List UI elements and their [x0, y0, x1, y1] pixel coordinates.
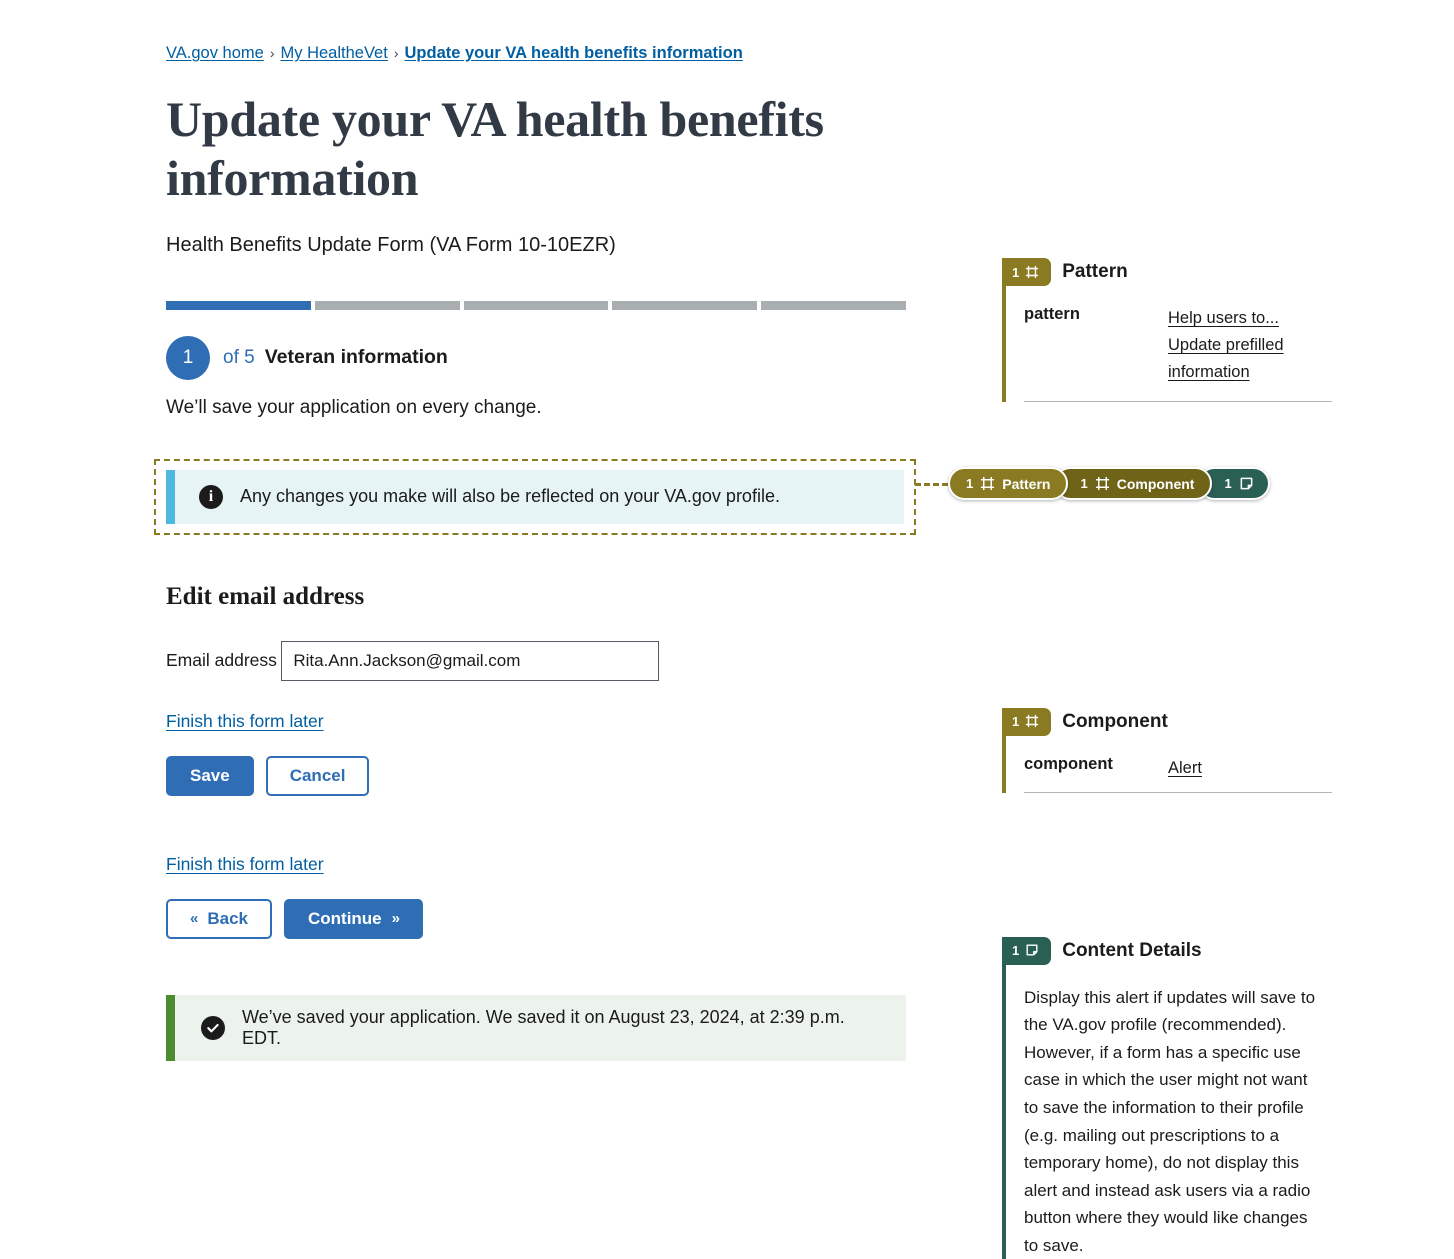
pattern-annotation-card: 1 Pattern pattern Help users to... Updat… [1002, 258, 1342, 402]
pattern-card-header: 1 Pattern [1002, 258, 1342, 286]
step-of-label: of 5 [223, 346, 255, 368]
frame-icon [1025, 714, 1040, 729]
pattern-card-value: Help users to... Update prefilled inform… [1168, 305, 1298, 387]
finish-form-later-link-bottom[interactable]: Finish this form later [166, 854, 324, 875]
check-icon [201, 1015, 225, 1040]
step-note: We’ll save your application on every cha… [166, 396, 542, 418]
component-card-value: Alert [1168, 755, 1202, 782]
continue-button-label: Continue [307, 908, 382, 928]
success-alert-text: We’ve saved your application. We saved i… [242, 1006, 845, 1048]
component-card-title: Component [1062, 710, 1168, 732]
annotation-pill-pattern[interactable]: 1 Pattern [948, 467, 1069, 500]
chevron-left-icon: « [190, 910, 198, 928]
annotation-pill-count: 1 [1224, 476, 1232, 491]
pattern-card-badge-count: 1 [1012, 264, 1020, 280]
frame-icon [1095, 476, 1110, 491]
progress-segment-3 [463, 300, 609, 310]
finish-form-later-link-top[interactable]: Finish this form later [166, 711, 324, 732]
continue-button[interactable]: Continue » [283, 898, 423, 939]
cancel-button[interactable]: Cancel [265, 755, 370, 796]
annotation-pill-label: Pattern [1002, 475, 1051, 492]
annotation-pill-label: Component [1116, 475, 1195, 492]
info-alert: i Any changes you make will also be refl… [166, 469, 904, 524]
main-content-column: VA.gov home › My HealtheVet › Update your VA… [154, 44, 916, 1061]
frame-icon [1025, 265, 1040, 280]
content-details-card-badge[interactable]: 1 [1002, 936, 1052, 965]
content-details-card-header: 1 Content Details [1002, 936, 1342, 965]
annotation-pill-group: 1 Pattern 1 Component 1 [948, 467, 1270, 500]
save-button[interactable]: Save [166, 755, 254, 796]
component-card-row: component Alert [1024, 755, 1342, 782]
pattern-card-key: pattern [1024, 305, 1080, 323]
edit-email-heading: Edit email address [166, 582, 365, 610]
chevron-right-icon: » [391, 910, 400, 928]
component-card-badge[interactable]: 1 [1002, 707, 1052, 736]
content-details-annotation-card: 1 Content Details Display this alert if … [1002, 936, 1342, 1259]
breadcrumb-separator: › [269, 45, 275, 61]
annotation-pill-count: 1 [1080, 476, 1088, 491]
step-heading: 1 of 5 Veteran information [166, 335, 906, 380]
component-card-badge-count: 1 [1012, 714, 1020, 730]
component-link[interactable]: Alert [1168, 755, 1202, 782]
note-icon [1239, 476, 1254, 491]
component-annotation-card: 1 Component component Alert [1002, 707, 1342, 793]
pattern-card-badge[interactable]: 1 [1002, 258, 1052, 286]
step-number-circle: 1 [166, 335, 210, 380]
pattern-card-divider [1024, 400, 1332, 402]
pattern-link[interactable]: Help users to... Update prefilled inform… [1168, 305, 1298, 387]
email-input[interactable] [281, 640, 660, 681]
form-progress-bar [166, 300, 906, 310]
frame-icon [980, 476, 995, 491]
component-card-key: component [1024, 754, 1113, 773]
save-cancel-button-row: Save Cancel [166, 755, 906, 796]
back-continue-button-row: « Back Continue » [166, 898, 906, 939]
breadcrumb-separator: › [393, 45, 399, 61]
content-details-text: Display this alert if updates will save … [1024, 987, 1316, 1255]
info-icon: i [199, 484, 223, 509]
component-card-header: 1 Component [1002, 707, 1342, 736]
page-root: VA.gov home › My HealtheVet › Update your VA… [0, 0, 1454, 1259]
email-field-label: Email address [166, 649, 277, 670]
success-alert: We’ve saved your application. We saved i… [166, 994, 906, 1061]
alert-selection-outline[interactable]: i Any changes you make will also be refl… [154, 458, 916, 535]
breadcrumb: VA.gov home › My HealtheVet › Update your VA… [166, 44, 906, 64]
breadcrumb-item-current[interactable]: Update your VA health benefits informati… [405, 44, 743, 62]
content-details-card-body: Display this alert if updates will save … [1002, 964, 1342, 1259]
page-title: Update your VA health benefits informati… [166, 90, 824, 206]
component-card-body: component Alert [1002, 735, 1342, 793]
back-button-label: Back [207, 908, 248, 928]
info-alert-text: Any changes you make will also be reflec… [240, 486, 780, 507]
breadcrumb-item-my-healthevet[interactable]: My HealtheVet [281, 44, 388, 62]
component-card-divider [1024, 791, 1332, 793]
back-button[interactable]: « Back [166, 898, 272, 939]
step-name: Veteran information [264, 346, 448, 369]
note-icon [1025, 943, 1040, 958]
pattern-card-row: pattern Help users to... Update prefille… [1024, 305, 1342, 387]
annotation-pill-count: 1 [966, 476, 974, 491]
annotation-pill-component[interactable]: 1 Component [1054, 467, 1213, 500]
content-details-card-badge-count: 1 [1012, 943, 1020, 959]
progress-segment-4 [612, 300, 758, 310]
content-details-card-title: Content Details [1062, 939, 1202, 961]
progress-segment-5 [761, 300, 906, 310]
page-subtitle: Health Benefits Update Form (VA Form 10-… [166, 233, 616, 256]
progress-segment-1 [166, 300, 311, 310]
progress-segment-2 [314, 300, 460, 310]
breadcrumb-item-home[interactable]: VA.gov home [166, 44, 264, 62]
pattern-card-body: pattern Help users to... Update prefille… [1002, 286, 1342, 402]
pattern-card-title: Pattern [1062, 261, 1128, 282]
